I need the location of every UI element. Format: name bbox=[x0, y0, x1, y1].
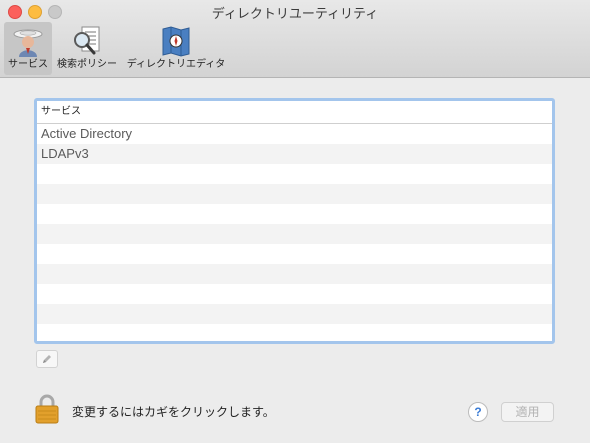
toolbar-item-label: 検索ポリシー bbox=[57, 59, 117, 70]
toolbar-item-directory-editor[interactable]: ディレクトリエディタ bbox=[124, 22, 228, 75]
toolbar: ディレクトリユーティリティ サービス 検索ポリシー ディレクトリエディタ bbox=[0, 0, 590, 78]
empty-row bbox=[37, 284, 552, 304]
empty-row bbox=[37, 304, 552, 324]
help-button[interactable]: ? bbox=[468, 402, 488, 422]
lock-icon[interactable] bbox=[35, 394, 59, 424]
empty-row bbox=[37, 204, 552, 224]
services-icon bbox=[13, 29, 43, 57]
empty-row bbox=[37, 264, 552, 284]
column-header-service[interactable]: サービス bbox=[37, 101, 552, 124]
directory-utility-window: ディレクトリユーティリティ サービス 検索ポリシー ディレクトリエディタ サービ… bbox=[0, 0, 590, 443]
edit-service-button[interactable] bbox=[36, 350, 58, 368]
table-row[interactable]: LDAPv3 bbox=[37, 144, 552, 164]
lock-message: 変更するにはカギをクリックします。 bbox=[72, 405, 275, 419]
search-policy-icon bbox=[74, 26, 100, 55]
toolbar-item-label: サービス bbox=[8, 59, 48, 70]
table-row[interactable]: Active Directory bbox=[37, 124, 552, 144]
empty-row bbox=[37, 244, 552, 264]
empty-row bbox=[37, 324, 552, 341]
empty-row bbox=[37, 164, 552, 184]
services-table[interactable]: サービス Active Directory LDAPv3 bbox=[34, 98, 555, 344]
toolbar-item-search-policy[interactable]: 検索ポリシー bbox=[55, 22, 119, 75]
apply-button[interactable]: 適用 bbox=[501, 402, 554, 422]
toolbar-item-services[interactable]: サービス bbox=[4, 22, 52, 75]
pencil-icon bbox=[43, 355, 51, 363]
empty-row bbox=[37, 224, 552, 244]
services-rows: Active Directory LDAPv3 bbox=[37, 124, 552, 341]
window-title: ディレクトリユーティリティ bbox=[211, 6, 379, 21]
empty-row bbox=[37, 184, 552, 204]
toolbar-item-label: ディレクトリエディタ bbox=[126, 59, 226, 70]
directory-editor-icon bbox=[162, 26, 190, 57]
